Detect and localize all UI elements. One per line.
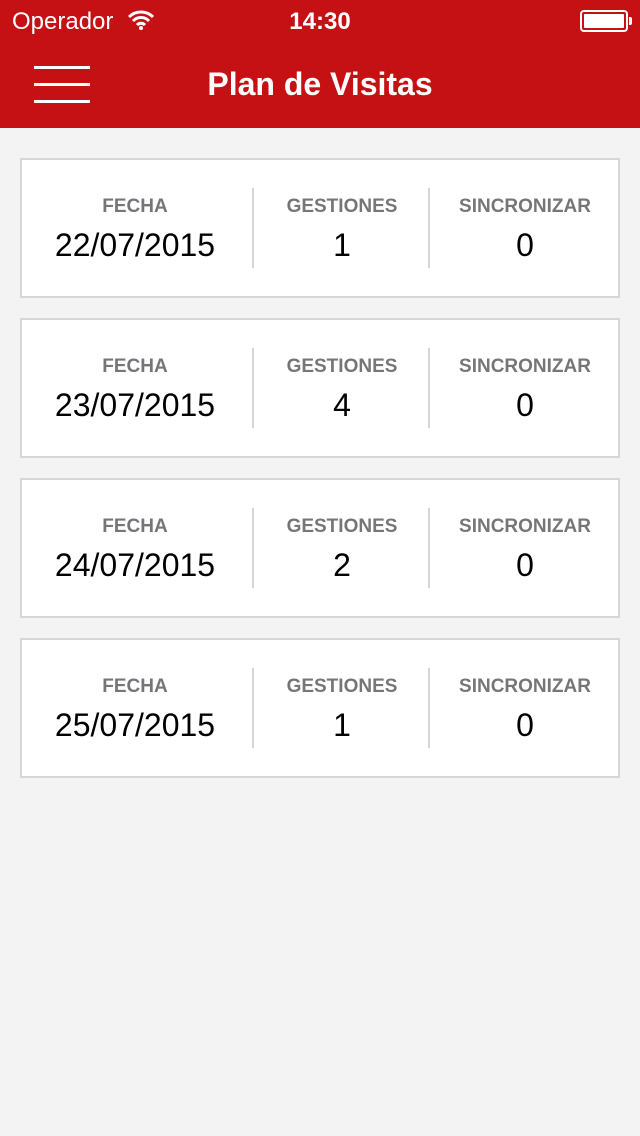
sincronizar-label: SINCRONIZAR <box>459 356 591 377</box>
battery-icon <box>580 10 632 32</box>
sincronizar-value: 0 <box>516 387 534 423</box>
gestiones-value: 1 <box>333 707 351 743</box>
visit-card[interactable]: FECHA 22/07/2015 GESTIONES 1 SINCRONIZAR… <box>20 158 620 298</box>
gestiones-label: GESTIONES <box>286 516 398 537</box>
date-column: FECHA 24/07/2015 <box>22 480 248 616</box>
gestiones-column: GESTIONES 2 <box>254 480 430 616</box>
date-label: FECHA <box>102 516 168 537</box>
sincronizar-value: 0 <box>516 707 534 743</box>
app-header: Operador 14:30 Plan de Visitas <box>0 0 640 128</box>
visit-list: FECHA 22/07/2015 GESTIONES 1 SINCRONIZAR… <box>20 158 620 798</box>
sincronizar-column: SINCRONIZAR 0 <box>430 480 620 616</box>
sincronizar-label: SINCRONIZAR <box>459 676 591 697</box>
date-column: FECHA 22/07/2015 <box>22 160 248 296</box>
date-value: 24/07/2015 <box>54 547 216 583</box>
visit-card[interactable]: FECHA 23/07/2015 GESTIONES 4 SINCRONIZAR… <box>20 318 620 458</box>
date-label: FECHA <box>102 196 168 217</box>
status-bar: Operador 14:30 <box>0 0 640 40</box>
gestiones-value: 4 <box>333 387 351 423</box>
sincronizar-value: 0 <box>516 547 534 583</box>
visit-card[interactable]: FECHA 24/07/2015 GESTIONES 2 SINCRONIZAR… <box>20 478 620 618</box>
gestiones-label: GESTIONES <box>286 676 398 697</box>
date-value: 25/07/2015 <box>54 707 216 743</box>
gestiones-value: 2 <box>333 547 351 583</box>
page-title: Plan de Visitas <box>207 66 433 102</box>
gestiones-label: GESTIONES <box>286 356 398 377</box>
gestiones-value: 1 <box>333 227 351 263</box>
date-column: FECHA 25/07/2015 <box>22 640 248 776</box>
visit-card[interactable]: FECHA 25/07/2015 GESTIONES 1 SINCRONIZAR… <box>20 638 620 778</box>
sincronizar-value: 0 <box>516 227 534 263</box>
date-value: 23/07/2015 <box>54 387 216 423</box>
gestiones-column: GESTIONES 4 <box>254 320 430 456</box>
sincronizar-column: SINCRONIZAR 0 <box>430 320 620 456</box>
date-label: FECHA <box>102 356 168 377</box>
gestiones-column: GESTIONES 1 <box>254 640 430 776</box>
sincronizar-label: SINCRONIZAR <box>459 516 591 537</box>
sincronizar-label: SINCRONIZAR <box>459 196 591 217</box>
status-time: 14:30 <box>289 8 351 35</box>
sincronizar-column: SINCRONIZAR 0 <box>430 640 620 776</box>
date-label: FECHA <box>102 676 168 697</box>
date-value: 22/07/2015 <box>54 227 216 263</box>
gestiones-label: GESTIONES <box>286 196 398 217</box>
sincronizar-column: SINCRONIZAR 0 <box>430 160 620 296</box>
date-column: FECHA 23/07/2015 <box>22 320 248 456</box>
gestiones-column: GESTIONES 1 <box>254 160 430 296</box>
